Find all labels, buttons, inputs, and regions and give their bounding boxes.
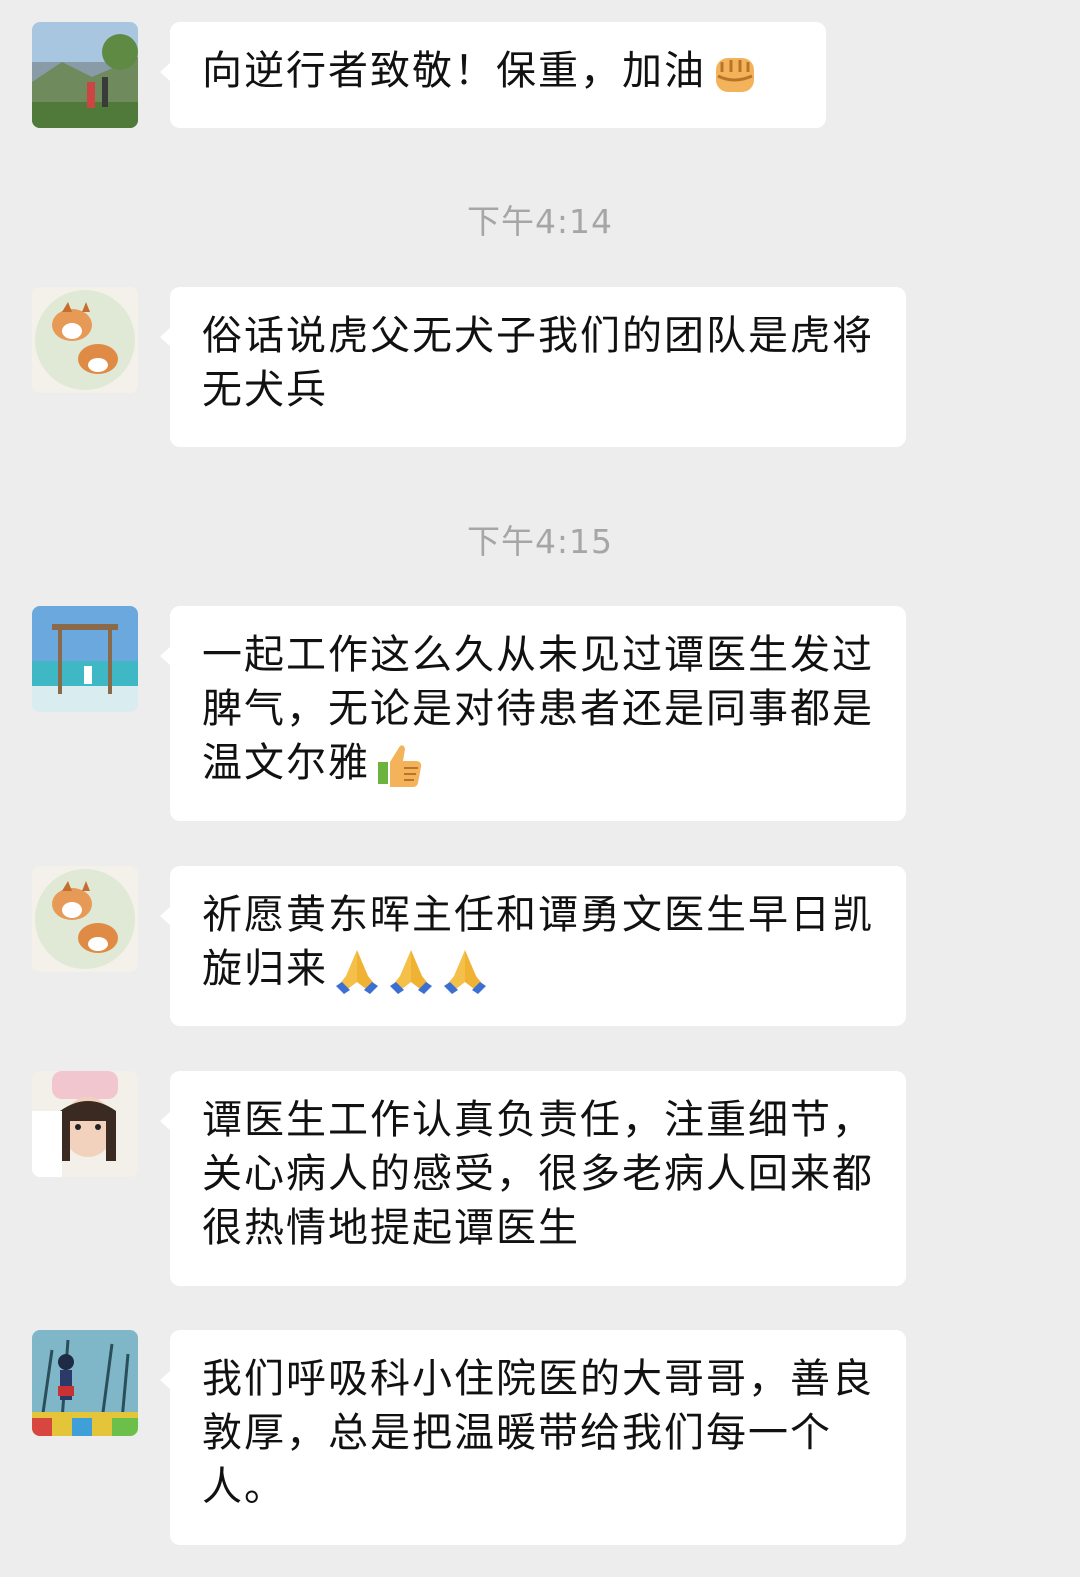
pray-icon <box>440 946 490 996</box>
message-bubble: 谭医生工作认真负责任，注重细节，关心病人的感受，很多老病人回来都很热情地提起谭医… <box>160 1071 906 1286</box>
avatar-corgi-image <box>32 287 138 393</box>
avatar-beach-swing-image <box>32 606 138 712</box>
message-bubble: 我们呼吸科小住院医的大哥哥，善良敦厚，总是把温暖带给我们每一个人。 <box>160 1330 906 1545</box>
avatar[interactable] <box>32 866 138 972</box>
avatar-illustration-image <box>32 1330 138 1436</box>
avatar[interactable] <box>32 287 138 393</box>
message-text: 俗话说虎父无犬子我们的团队是虎将无犬兵 <box>202 313 874 413</box>
message-text: 祈愿黄东晖主任和谭勇文医生早日凯旋归来 <box>202 892 874 992</box>
avatar-corgi-image <box>32 866 138 972</box>
pray-icon <box>332 946 382 996</box>
thumbs-up-icon <box>374 740 424 790</box>
timestamp: 下午4:15 <box>466 522 614 561</box>
avatar[interactable] <box>32 22 138 128</box>
message-bubble: 向逆行者致敬！保重，加油 <box>160 22 826 128</box>
fist-icon <box>710 48 760 98</box>
message-bubble: 俗话说虎父无犬子我们的团队是虎将无犬兵 <box>160 287 906 447</box>
avatar-girl-image <box>32 1071 138 1177</box>
message-text: 我们呼吸科小住院医的大哥哥，善良敦厚，总是把温暖带给我们每一个人。 <box>202 1356 874 1510</box>
message-bubble: 一起工作这么久从未见过谭医生发过脾气，无论是对待患者还是同事都是温文尔雅 <box>160 606 906 821</box>
message-text: 一起工作这么久从未见过谭医生发过脾气，无论是对待患者还是同事都是温文尔雅 <box>202 632 874 786</box>
timestamp: 下午4:14 <box>466 202 614 241</box>
avatar[interactable] <box>32 1071 138 1177</box>
message-text: 谭医生工作认真负责任，注重细节，关心病人的感受，很多老病人回来都很热情地提起谭医… <box>202 1097 874 1251</box>
avatar[interactable] <box>32 1330 138 1436</box>
avatar-landscape-image <box>32 22 138 128</box>
message-text: 向逆行者致敬！保重，加油 <box>202 48 706 94</box>
avatar[interactable] <box>32 606 138 712</box>
message-bubble: 祈愿黄东晖主任和谭勇文医生早日凯旋归来 <box>160 866 906 1026</box>
pray-icon <box>386 946 436 996</box>
